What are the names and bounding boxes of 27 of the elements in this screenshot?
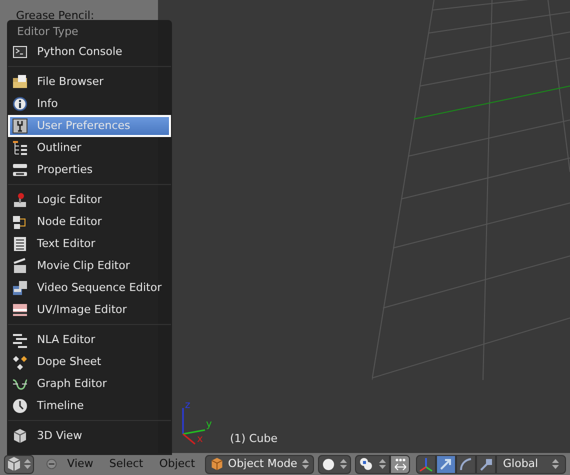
header-menu[interactable]: Select	[103, 456, 150, 472]
z-axis-label: z	[185, 401, 190, 411]
y-axis-label: y	[206, 420, 212, 430]
menu-item[interactable]: NLA Editor	[8, 329, 171, 351]
object-label: (1) Cube	[230, 430, 278, 446]
menu-item[interactable]: Outliner	[8, 137, 171, 159]
mode-dropdown[interactable]: Object Mode	[205, 454, 314, 474]
menu-title: Editor Type	[16, 24, 80, 40]
menu-item[interactable]: File Browser	[8, 71, 171, 93]
menu-item[interactable]: Python Console	[8, 41, 171, 63]
header-menu[interactable]: View	[61, 456, 100, 472]
panel-title: Grease Pencil:	[16, 9, 94, 22]
menu-item[interactable]: Movie Clip Editor	[8, 255, 171, 277]
menu-item[interactable]: Properties	[8, 159, 171, 181]
x-axis-label: x	[197, 435, 203, 445]
menu-item[interactable]: 3D View	[8, 425, 171, 447]
menu-item[interactable]: Video Sequence Editor	[8, 277, 171, 299]
menu-item[interactable]: UV/Image Editor	[8, 299, 171, 321]
header-menu[interactable]: Object	[153, 456, 202, 472]
menu-item[interactable]: Info	[8, 93, 171, 115]
menu-item[interactable]: Text Editor	[8, 233, 171, 255]
menu-item[interactable]: Timeline	[8, 395, 171, 417]
menu-item[interactable]: Graph Editor	[8, 373, 171, 395]
menu-item[interactable]: Node Editor	[8, 211, 171, 233]
menu-item[interactable]: Logic Editor	[8, 189, 171, 211]
menu-item[interactable]: Dope Sheet	[8, 351, 171, 373]
orientation-dropdown[interactable]: Global	[496, 454, 566, 474]
